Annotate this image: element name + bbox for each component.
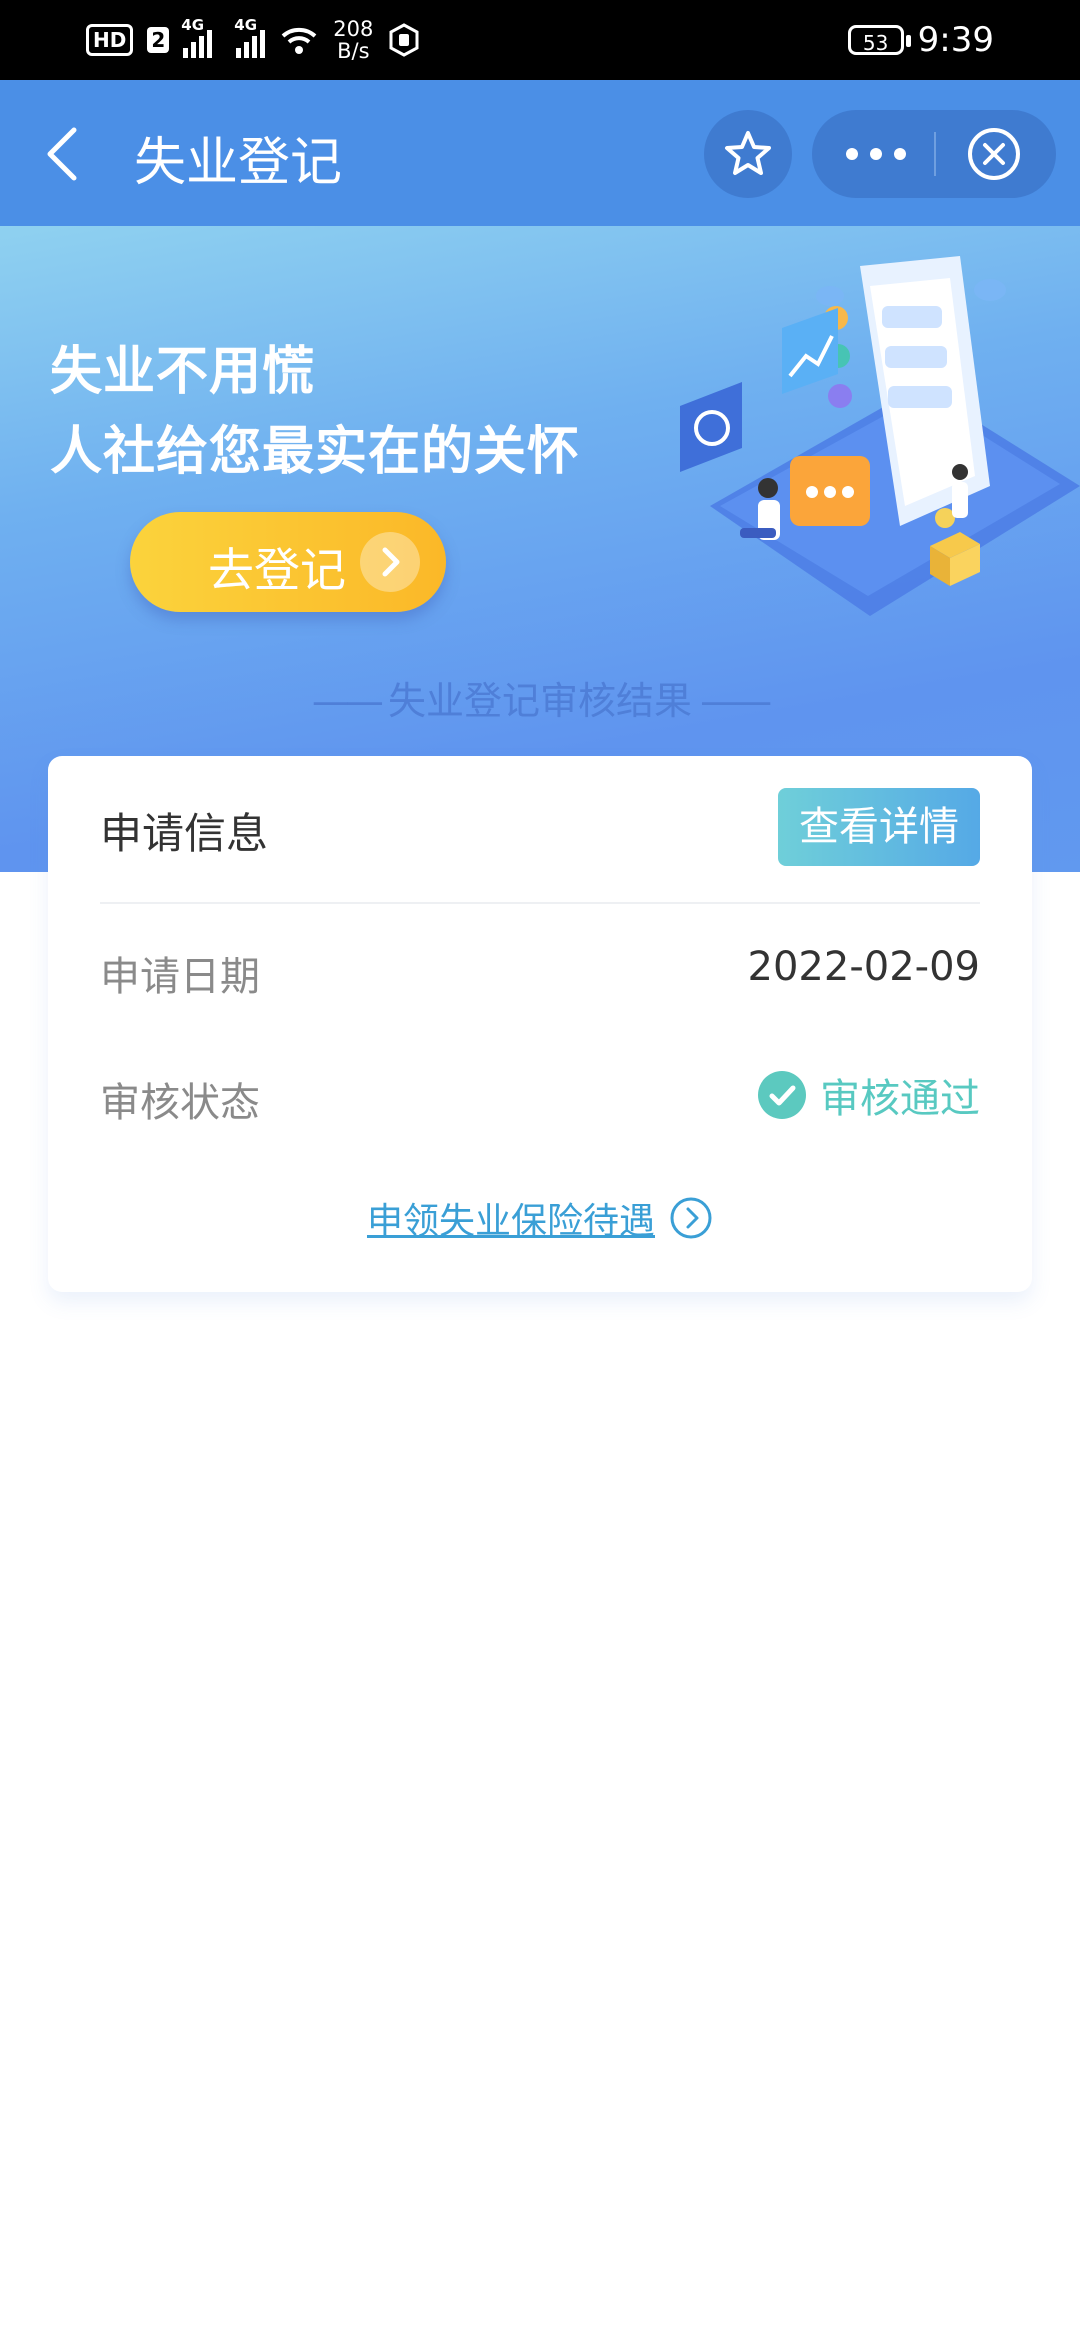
clock: 9:39: [917, 20, 994, 60]
section-title-text: 失业登记审核结果: [387, 679, 692, 723]
network-speed: 208 B/s: [333, 18, 373, 62]
slogan-line-1: 失业不用慌: [50, 342, 316, 402]
review-status-label: 审核状态: [100, 1080, 260, 1126]
speed-unit: B/s: [337, 39, 370, 63]
arrow-right-icon: [360, 532, 420, 592]
chevron-right-circle-icon[interactable]: [669, 1196, 713, 1240]
signal-icon: 4G: [234, 16, 266, 58]
review-status-value: 审核通过: [758, 1066, 980, 1124]
review-status-text: 审核通过: [820, 1076, 980, 1122]
claim-insurance-link-text[interactable]: 申领失业保险待遇: [367, 1192, 655, 1244]
capsule-divider: [934, 132, 936, 176]
favorite-button[interactable]: [704, 110, 792, 198]
signal-icon: 4G: [181, 16, 213, 58]
network-type-label: 4G: [181, 16, 205, 34]
application-date-value: 2022-02-09: [747, 944, 980, 990]
sim-indicator: 2: [147, 27, 170, 53]
app-header: 失业登记: [0, 80, 1080, 226]
divider: [100, 902, 980, 904]
banner-slogan: 失业不用慌 人社给您最实在的关怀: [50, 332, 580, 492]
view-details-button[interactable]: 查看详情: [778, 788, 980, 866]
back-icon[interactable]: [42, 124, 82, 184]
miniapp-capsule: [812, 110, 1056, 198]
dot-icon: [894, 148, 906, 160]
register-button-label: 去登记: [208, 543, 346, 597]
star-icon: [725, 131, 771, 175]
application-info-card: 申请信息 查看详情 申请日期 2022-02-09 审核状态 审核通过 申领失业…: [48, 756, 1032, 1292]
network-type-label: 4G: [234, 16, 258, 34]
check-circle-icon: [758, 1071, 806, 1119]
claim-insurance-link[interactable]: 申领失业保险待遇: [48, 1192, 1032, 1244]
section-title: —— 失业登记审核结果 ——: [311, 679, 772, 723]
close-icon[interactable]: [966, 126, 1022, 182]
wifi-icon: [281, 27, 317, 54]
slogan-line-2: 人社给您最实在的关怀: [50, 422, 581, 482]
dot-icon: [870, 148, 882, 160]
battery-level: 53: [862, 31, 889, 55]
more-button[interactable]: [846, 110, 906, 198]
service-illustration: [680, 256, 1080, 616]
hand-icon: [389, 23, 419, 57]
status-bar: HD 2 4G 4G 208 B/s 53 9:39: [0, 0, 1080, 80]
register-button[interactable]: 去登记: [130, 512, 446, 612]
battery-icon: 53: [847, 25, 911, 55]
card-title: 申请信息: [100, 809, 269, 858]
application-date-label: 申请日期: [100, 954, 260, 1000]
hd-indicator: HD: [86, 24, 134, 56]
speed-value: 208: [333, 17, 374, 41]
dot-icon: [846, 148, 858, 160]
page-title: 失业登记: [134, 133, 343, 193]
